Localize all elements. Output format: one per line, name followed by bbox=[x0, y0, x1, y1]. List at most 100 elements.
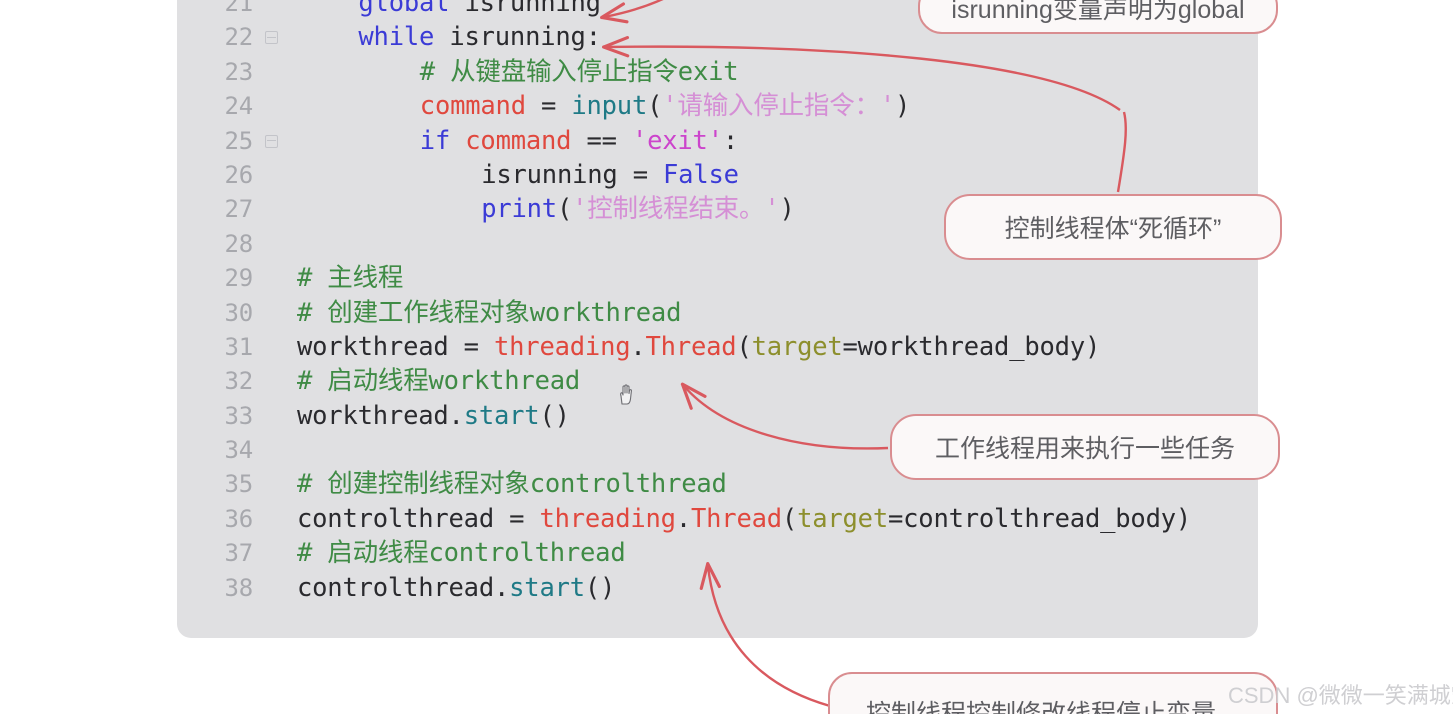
line-number: 26 bbox=[224, 160, 254, 189]
code-text: workthread = threading.Thread(target=wor… bbox=[297, 330, 1100, 364]
line-number: 37 bbox=[224, 539, 254, 568]
code-token: command bbox=[465, 125, 572, 156]
screenshot-stage: 21 global isrunning 22 while isrunning: 23 # … bbox=[0, 0, 1453, 714]
code-token: # 主线程 bbox=[297, 263, 404, 294]
code-token: threading bbox=[539, 503, 676, 534]
code-token: () bbox=[584, 572, 616, 603]
code-line[interactable]: 36 controlthread = threading.Thread(targe… bbox=[177, 502, 1258, 536]
code-text: print('控制线程结束。') bbox=[481, 192, 795, 226]
code-token: threading bbox=[494, 331, 631, 362]
code-token: print bbox=[481, 194, 557, 225]
code-text: global isrunning bbox=[358, 0, 601, 20]
line-number: 23 bbox=[224, 57, 254, 86]
line-number: 30 bbox=[224, 298, 254, 327]
code-text: isrunning = False bbox=[481, 158, 739, 192]
code-line[interactable]: 25 if command == 'exit': bbox=[177, 124, 1258, 158]
line-number: 27 bbox=[224, 195, 254, 224]
code-line-list: 21 global isrunning 22 while isrunning: 23 # … bbox=[177, 0, 1258, 605]
code-token: : bbox=[585, 22, 601, 53]
code-text: workthread.start() bbox=[297, 399, 570, 433]
code-line[interactable]: 30 # 创建工作线程对象workthread bbox=[177, 296, 1258, 330]
code-token: = bbox=[448, 331, 494, 362]
code-token: isrunning bbox=[481, 159, 618, 190]
line-number: 31 bbox=[224, 332, 254, 361]
code-token: ) bbox=[779, 194, 795, 225]
callout-global-text: isrunning变量声明为global bbox=[951, 0, 1245, 24]
callout-work-text: 工作线程用来执行一些任务 bbox=[934, 435, 1235, 463]
code-token: =controlthread_body) bbox=[887, 503, 1192, 534]
code-token: Thread bbox=[690, 503, 782, 534]
code-token: = bbox=[525, 91, 572, 122]
code-token: workthread bbox=[297, 331, 449, 362]
code-token: ( bbox=[736, 331, 752, 362]
code-token: # 从键盘输入停止指令exit bbox=[419, 56, 739, 87]
code-token: global bbox=[358, 0, 450, 18]
line-number: 34 bbox=[224, 436, 254, 465]
code-line[interactable]: 37 # 启动线程controlthread bbox=[177, 536, 1258, 570]
code-editor-panel[interactable]: 21 global isrunning 22 while isrunning: 23 # … bbox=[177, 0, 1258, 638]
code-line[interactable]: 29 # 主线程 bbox=[177, 261, 1258, 295]
code-token: . bbox=[675, 503, 691, 534]
line-number: 28 bbox=[224, 229, 254, 258]
code-line[interactable]: 38 controlthread.start() bbox=[177, 571, 1258, 605]
code-token: controlthread bbox=[297, 503, 494, 534]
code-token: isrunning bbox=[464, 0, 601, 18]
code-text: # 主线程 bbox=[297, 261, 403, 295]
line-number: 35 bbox=[224, 470, 254, 499]
code-text: # 启动线程workthread bbox=[297, 364, 580, 398]
code-token: 'exit' bbox=[631, 125, 723, 156]
code-token: start bbox=[509, 572, 585, 603]
code-line[interactable]: 31 workthread = threading.Thread(target=w… bbox=[177, 330, 1258, 364]
line-number: 25 bbox=[224, 126, 254, 155]
code-token: start bbox=[463, 400, 540, 431]
code-token: =workthread_body) bbox=[842, 331, 1101, 362]
line-number: 33 bbox=[224, 401, 254, 430]
code-token: () bbox=[539, 400, 570, 431]
code-token: . bbox=[493, 572, 510, 603]
code-text: # 创建控制线程对象controlthread bbox=[297, 467, 727, 501]
code-token: . bbox=[630, 331, 646, 362]
code-text: # 启动线程controlthread bbox=[297, 536, 626, 570]
code-text: while isrunning: bbox=[358, 20, 601, 54]
code-token: target bbox=[797, 503, 888, 534]
code-token: Thread bbox=[645, 331, 737, 362]
callout-control-text: 控制线程控制修改线程停止变量 bbox=[866, 700, 1217, 714]
code-token: == bbox=[571, 125, 632, 156]
code-line[interactable]: 32 # 启动线程workthread bbox=[177, 364, 1258, 398]
line-number: 36 bbox=[224, 504, 254, 533]
code-token: # 创建工作线程对象workthread bbox=[297, 297, 682, 328]
code-token: = bbox=[493, 503, 540, 534]
code-token: if bbox=[419, 125, 451, 156]
code-fold-toggle-icon[interactable] bbox=[265, 31, 278, 45]
callout-control-thread: 控制线程控制修改线程停止变量 bbox=[828, 672, 1278, 714]
code-fold-toggle-icon[interactable] bbox=[265, 134, 278, 148]
line-number: 22 bbox=[224, 23, 254, 52]
csdn-watermark: CSDN @微微一笑满城空 bbox=[1228, 678, 1453, 710]
code-token: while bbox=[358, 22, 435, 53]
code-token: ( bbox=[781, 503, 798, 534]
line-number: 29 bbox=[224, 264, 254, 293]
code-token: '控制线程结束。' bbox=[572, 194, 780, 225]
code-text: # 从键盘输入停止指令exit bbox=[420, 55, 739, 89]
code-line[interactable]: 26 isrunning = False bbox=[177, 158, 1258, 192]
line-number: 24 bbox=[224, 92, 254, 121]
watermark-text: CSDN @微微一笑满城空 bbox=[1228, 683, 1453, 708]
code-token: '请输入停止指令：' bbox=[662, 91, 895, 122]
code-token: ( bbox=[556, 194, 573, 225]
code-token: # 启动线程workthread bbox=[297, 366, 581, 397]
code-line[interactable]: 23 # 从键盘输入停止指令exit bbox=[177, 55, 1258, 89]
code-token: target bbox=[751, 331, 843, 362]
code-token: isrunning bbox=[449, 22, 586, 53]
code-text: command = input('请输入停止指令：') bbox=[420, 89, 911, 123]
code-text: controlthread.start() bbox=[297, 571, 615, 605]
callout-infinite-loop: 控制线程体“死循环” bbox=[944, 194, 1282, 260]
code-token: controlthread bbox=[297, 572, 494, 603]
callout-loop-text: 控制线程体“死循环” bbox=[1004, 215, 1222, 243]
code-token: ( bbox=[647, 91, 663, 122]
code-text: controlthread = threading.Thread(target=… bbox=[297, 502, 1191, 536]
code-line[interactable]: 24 command = input('请输入停止指令：') bbox=[177, 89, 1258, 123]
code-text: # 创建工作线程对象workthread bbox=[297, 296, 681, 330]
hand-cursor-icon bbox=[617, 382, 639, 408]
